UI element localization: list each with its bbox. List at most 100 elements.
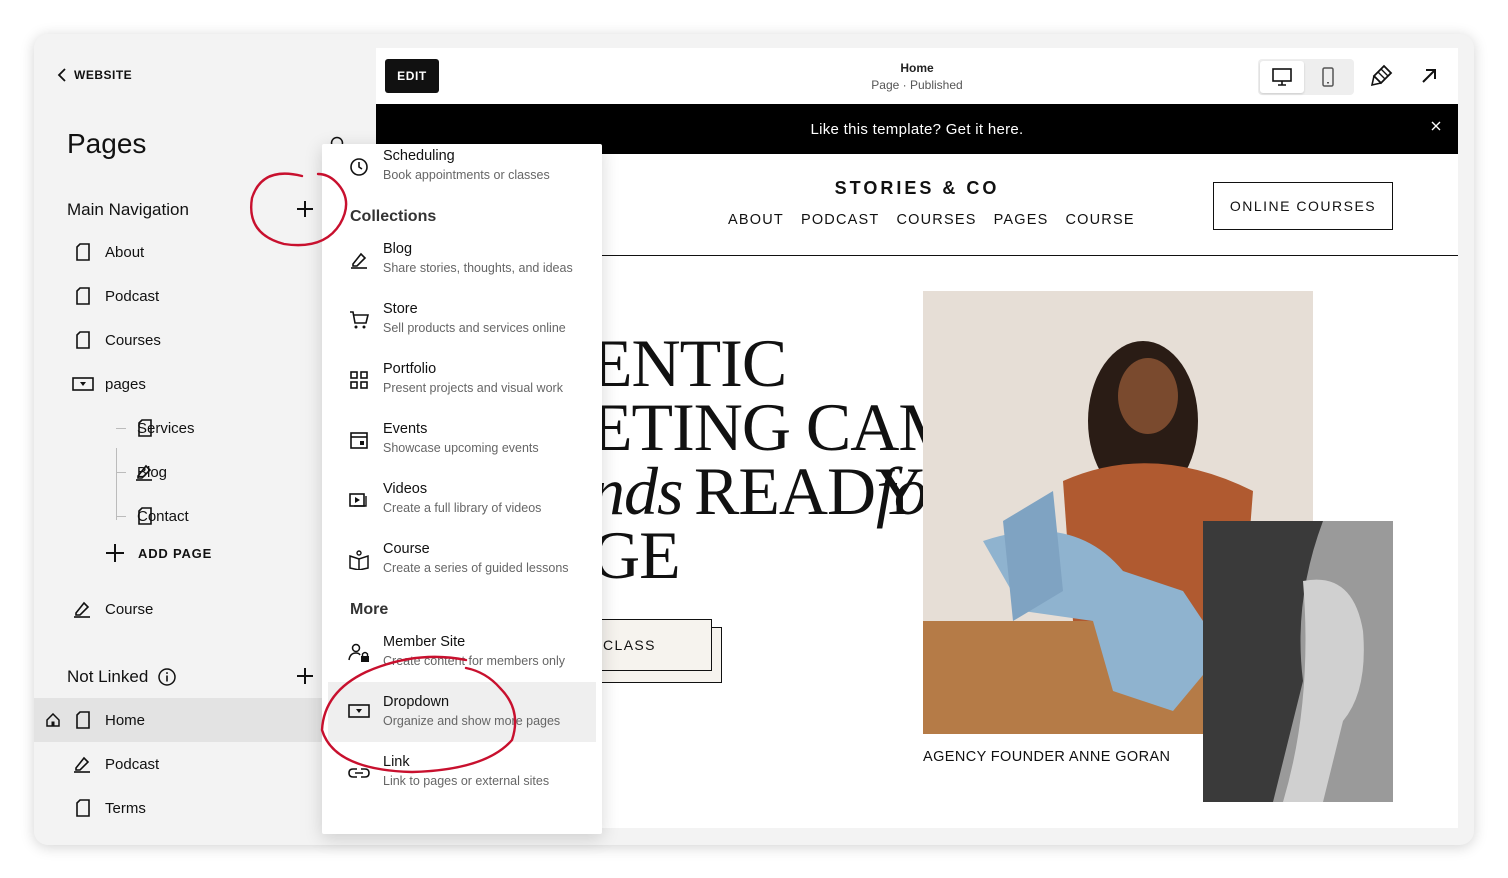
menu-item-title: Portfolio xyxy=(383,361,437,377)
page-icon xyxy=(74,286,92,306)
menu-item-title: Store xyxy=(383,301,418,317)
menu-item-blog[interactable]: Blog Share stories, thoughts, and ideas xyxy=(328,237,596,293)
class-button-label: CLASS xyxy=(603,637,656,653)
menu-item-scheduling[interactable]: Scheduling Book appointments or classes xyxy=(328,144,596,200)
sidebar-item-label: Course xyxy=(105,600,154,618)
sidebar-item-label: pages xyxy=(105,375,146,393)
close-icon[interactable] xyxy=(1430,120,1442,132)
open-external-icon[interactable] xyxy=(1417,64,1441,88)
menu-item-title: Blog xyxy=(383,241,413,257)
desktop-icon xyxy=(1272,68,1292,86)
sidebar-item-podcast-unlinked[interactable]: Podcast xyxy=(34,742,324,786)
site-nav-about[interactable]: ABOUT xyxy=(728,212,784,228)
menu-item-title: Dropdown xyxy=(383,694,450,710)
photo-caption: AGENCY FOUNDER ANNE GORAN xyxy=(923,749,1171,765)
sidebar-item-about[interactable]: About xyxy=(34,230,324,274)
member-lock-icon xyxy=(348,642,370,664)
hero-headline-line-4: GE xyxy=(591,517,681,593)
editor-topbar: EDIT Home Page · Published xyxy=(376,48,1458,104)
menu-item-desc: Present projects and visual work xyxy=(383,381,563,395)
sidebar-item-contact[interactable]: Contact xyxy=(34,494,324,538)
menu-section-collections: Collections xyxy=(350,208,437,225)
page-icon xyxy=(74,242,92,262)
add-page-button[interactable]: ADD PAGE xyxy=(106,544,212,562)
sidebar-item-pages-dropdown[interactable]: pages xyxy=(34,362,324,406)
desktop-view-button[interactable] xyxy=(1260,61,1304,93)
back-to-website-link[interactable]: WEBSITE xyxy=(56,68,132,82)
add-not-linked-page-button[interactable] xyxy=(295,666,315,686)
page-icon xyxy=(74,798,92,818)
sidebar-item-label: Blog xyxy=(137,463,168,481)
online-courses-button[interactable]: ONLINE COURSES xyxy=(1213,182,1393,230)
menu-item-desc: Create a series of guided lessons xyxy=(383,561,569,575)
mobile-icon xyxy=(1322,67,1334,87)
site-nav-courses[interactable]: COURSES xyxy=(896,212,976,228)
mobile-view-button[interactable] xyxy=(1306,61,1350,93)
video-icon xyxy=(348,489,370,511)
menu-item-link[interactable]: Link Link to pages or external sites xyxy=(328,750,596,806)
menu-item-videos[interactable]: Videos Create a full library of videos xyxy=(328,477,596,533)
sidebar-item-blog[interactable]: Blog xyxy=(34,450,324,494)
menu-item-title: Member Site xyxy=(383,634,466,650)
site-nav-course[interactable]: COURSE xyxy=(1065,212,1134,228)
plus-icon xyxy=(106,544,124,562)
blog-icon xyxy=(73,599,91,619)
main-navigation-label: Main Navigation xyxy=(67,200,189,219)
page-icon xyxy=(74,330,92,350)
menu-item-title: Course xyxy=(383,541,430,557)
sidebar-item-label: Services xyxy=(137,419,195,437)
blog-icon xyxy=(348,249,370,271)
app-window: WEBSITE Pages Main Navigation About Podc… xyxy=(34,34,1474,845)
back-link-label: WEBSITE xyxy=(74,68,133,82)
menu-item-portfolio[interactable]: Portfolio Present projects and visual wo… xyxy=(328,357,596,413)
sidebar-item-label: Home xyxy=(105,711,146,729)
grid-icon xyxy=(348,369,370,391)
sidebar-item-terms[interactable]: Terms xyxy=(34,786,324,830)
sidebar-item-label: Terms xyxy=(105,799,146,817)
site-nav-podcast[interactable]: PODCAST xyxy=(801,212,880,228)
menu-item-member-site[interactable]: Member Site Create content for members o… xyxy=(328,630,596,686)
sidebar-item-course[interactable]: Course xyxy=(34,587,324,631)
chevron-left-icon xyxy=(57,68,66,82)
menu-item-title: Link xyxy=(383,754,410,770)
announcement-text: Like this template? Get it here. xyxy=(810,120,1024,138)
menu-item-desc: Link to pages or external sites xyxy=(383,774,550,788)
blog-icon xyxy=(73,754,91,774)
sidebar-item-label: Podcast xyxy=(105,755,160,773)
not-linked-label: Not Linked xyxy=(67,667,149,686)
site-nav: ABOUT PODCAST COURSES PAGES COURSE xyxy=(728,212,1135,228)
menu-item-desc: Organize and show more pages xyxy=(383,714,561,728)
book-icon xyxy=(348,549,370,571)
add-main-nav-page-button[interactable] xyxy=(295,199,315,219)
menu-item-desc: Create content for members only xyxy=(383,654,566,668)
menu-item-desc: Share stories, thoughts, and ideas xyxy=(383,261,573,275)
hero-photo-portrait-bw xyxy=(1203,521,1393,802)
link-icon xyxy=(348,762,370,784)
menu-item-dropdown[interactable]: Dropdown Organize and show more pages xyxy=(328,682,596,742)
add-page-menu: Scheduling Book appointments or classes … xyxy=(322,144,602,834)
calendar-icon xyxy=(348,429,370,451)
menu-item-desc: Create a full library of videos xyxy=(383,501,542,515)
site-nav-pages[interactable]: PAGES xyxy=(994,212,1049,228)
sidebar-item-home[interactable]: Home xyxy=(34,698,330,742)
menu-item-title: Scheduling xyxy=(383,148,455,164)
not-linked-heading: Not Linked xyxy=(67,667,177,687)
design-brush-icon[interactable] xyxy=(1370,63,1394,87)
menu-item-desc: Book appointments or classes xyxy=(383,168,550,182)
sidebar-item-label: Contact xyxy=(137,507,189,525)
menu-item-store[interactable]: Store Sell products and services online xyxy=(328,297,596,353)
pages-sidebar: WEBSITE Pages Main Navigation About Podc… xyxy=(34,34,364,845)
info-icon[interactable] xyxy=(158,668,177,686)
panel-title: Pages xyxy=(67,128,147,159)
cart-icon xyxy=(348,309,370,331)
menu-item-events[interactable]: Events Showcase upcoming events xyxy=(328,417,596,473)
menu-section-more: More xyxy=(350,601,389,618)
menu-item-title: Videos xyxy=(383,481,428,497)
sidebar-item-podcast[interactable]: Podcast xyxy=(34,274,324,318)
sidebar-item-label: Courses xyxy=(105,331,161,349)
menu-item-desc: Showcase upcoming events xyxy=(383,441,539,455)
sidebar-item-services[interactable]: Services xyxy=(34,406,324,450)
home-icon xyxy=(45,710,61,730)
sidebar-item-courses[interactable]: Courses xyxy=(34,318,324,362)
menu-item-course[interactable]: Course Create a series of guided lessons xyxy=(328,537,596,593)
